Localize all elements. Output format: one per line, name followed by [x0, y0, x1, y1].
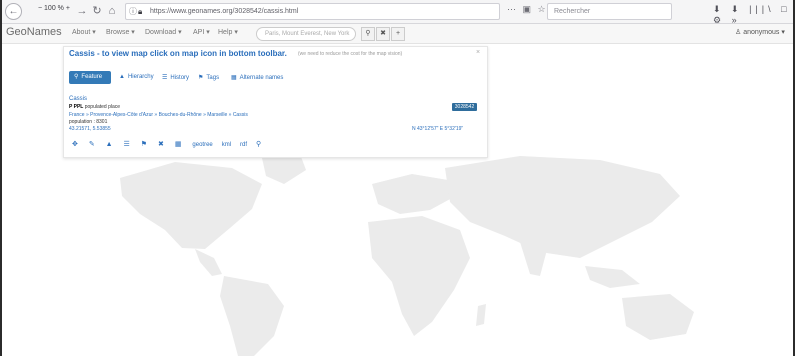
- browser-window: ← − 100 % + → ↻ ⌂ ⓘ 🔒︎ https://www.geona…: [0, 0, 795, 356]
- edit-icon[interactable]: ✎: [89, 140, 95, 148]
- url-text[interactable]: https://www.geonames.org/3028542/cassis.…: [150, 4, 298, 20]
- info-icon[interactable]: ⓘ: [129, 4, 137, 20]
- search-icon[interactable]: ⚲: [361, 27, 375, 41]
- hierarchy-icon: ▲: [119, 74, 125, 80]
- tag-icon[interactable]: ⚑: [141, 140, 147, 148]
- browser-search-placeholder: Rechercher: [554, 8, 591, 15]
- kml-link[interactable]: kml: [222, 142, 231, 148]
- window-frame-left: [0, 0, 2, 356]
- coordinates-decimal[interactable]: 43.21571, 5.53855: [69, 126, 111, 132]
- lock-icon: 🔒︎: [138, 7, 143, 16]
- delete-icon[interactable]: ✖: [158, 140, 164, 148]
- geotree-link[interactable]: geotree: [192, 142, 212, 148]
- tab-hierarchy[interactable]: ▲ Hierarchy: [119, 74, 154, 80]
- site-search-input[interactable]: Paris, Mount Everest, New York: [256, 27, 356, 41]
- back-icon[interactable]: ←: [5, 3, 22, 20]
- browser-toolbar: ← − 100 % + → ↻ ⌂ ⓘ 🔒︎ https://www.geona…: [0, 0, 795, 26]
- place-name[interactable]: Cassis: [69, 96, 87, 102]
- bottom-toolbar: ✥ ✎ ▲ ☰ ⚑ ✖ ▦ geotree kml rdf ⚲: [72, 140, 270, 148]
- panel-title: Cassis - to view map click on map icon i…: [69, 49, 287, 58]
- reload-icon[interactable]: ↻: [91, 3, 103, 20]
- user-menu[interactable]: ♙ anonymous ▾: [735, 28, 785, 36]
- forward-icon[interactable]: →: [76, 3, 88, 20]
- panel-note: (we need to reduce the cost for the map …: [298, 51, 403, 57]
- page-actions-icons[interactable]: ⋯ ▣ ☆: [507, 4, 548, 15]
- geonameid-badge: 3028542: [452, 103, 477, 111]
- feature-class: P PPL populated place: [69, 104, 121, 110]
- nav-download[interactable]: Download ▾: [145, 28, 182, 36]
- place-info-panel: Cassis - to view map click on map icon i…: [63, 46, 488, 158]
- tab-alternate-names[interactable]: ▦ Alternate names: [231, 74, 283, 81]
- rdf-link[interactable]: rdf: [240, 142, 247, 148]
- nav-api[interactable]: API ▾: [193, 28, 210, 36]
- marker-icon: ⚲: [74, 74, 79, 80]
- table-icon: ▦: [231, 75, 237, 81]
- nav-help[interactable]: Help ▾: [218, 28, 238, 36]
- close-icon[interactable]: ×: [476, 49, 480, 56]
- zoom-level[interactable]: − 100 % +: [38, 5, 70, 12]
- hierarchy-icon[interactable]: ▲: [106, 141, 113, 148]
- tab-tags[interactable]: ⚑ Tags: [198, 74, 219, 81]
- tab-history[interactable]: ☰ History: [162, 74, 189, 81]
- population: population : 8301: [69, 119, 108, 125]
- browser-search-field[interactable]: Rechercher: [547, 3, 672, 20]
- nav-browse[interactable]: Browse ▾: [106, 28, 135, 36]
- map-marker-icon[interactable]: ⚲: [256, 140, 261, 148]
- list-icon: ☰: [162, 75, 168, 81]
- coordinates-dms[interactable]: N 43°12'57" E 5°32'19": [412, 126, 463, 132]
- tab-feature[interactable]: ⚲ Feature: [69, 71, 111, 84]
- plus-icon[interactable]: +: [391, 27, 405, 41]
- home-icon[interactable]: ⌂: [106, 3, 118, 20]
- site-search-placeholder: Paris, Mount Everest, New York: [265, 31, 350, 37]
- move-icon[interactable]: ✥: [72, 140, 78, 148]
- admin-hierarchy[interactable]: France » Provence-Alpes-Côte d'Azur » Bo…: [69, 112, 248, 118]
- url-bar[interactable]: ⓘ 🔒︎ https://www.geonames.org/3028542/ca…: [125, 3, 500, 20]
- brand-logo[interactable]: GeoNames: [6, 26, 62, 38]
- close-icon[interactable]: ✖: [376, 27, 390, 41]
- toolbar-icons[interactable]: ⬇ ⬇ |||\ □ ⚙ »: [713, 4, 795, 26]
- table-icon[interactable]: ▦: [175, 140, 182, 148]
- list-icon[interactable]: ☰: [124, 140, 130, 148]
- tag-icon: ⚑: [198, 75, 204, 81]
- site-navbar: GeoNames About ▾ Browse ▾ Download ▾ API…: [0, 24, 795, 44]
- nav-about[interactable]: About ▾: [72, 28, 96, 36]
